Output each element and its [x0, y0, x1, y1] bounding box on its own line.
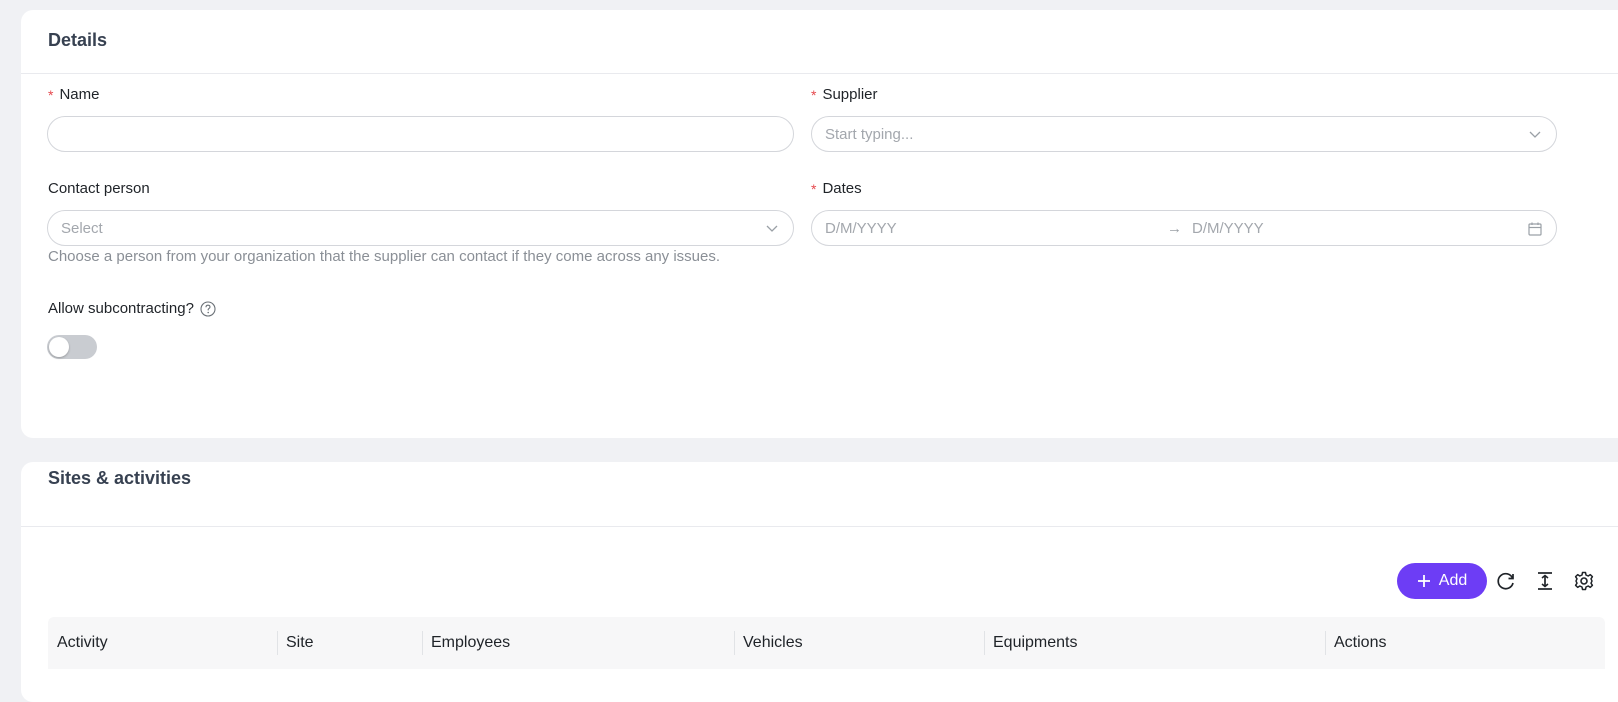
end-date-input[interactable]: D/M/YYYY [1192, 220, 1264, 237]
required-mark: * [811, 180, 817, 197]
sites-header-divider [21, 526, 1618, 527]
contact-person-placeholder: Select [61, 219, 103, 237]
column-header-employees[interactable]: Employees [422, 617, 734, 669]
column-separator [422, 631, 423, 655]
column-header-site[interactable]: Site [277, 617, 422, 669]
add-button[interactable]: Add [1397, 563, 1487, 599]
column-separator [1325, 631, 1326, 655]
column-height-icon[interactable] [1534, 570, 1556, 592]
date-range-picker[interactable]: D/M/YYYY → D/M/YYYY [811, 210, 1557, 246]
column-header-equipments[interactable]: Equipments [984, 617, 1325, 669]
sites-activities-card: Sites & activities Add Activity Site Emp… [21, 462, 1618, 702]
column-separator [984, 631, 985, 655]
gear-icon[interactable] [1573, 570, 1595, 592]
toggle-knob [49, 337, 69, 357]
dates-label-text: Dates [822, 180, 862, 197]
column-separator [734, 631, 735, 655]
contact-person-select[interactable]: Select [47, 210, 794, 246]
column-label: Equipments [993, 634, 1078, 651]
name-label-text: Name [59, 86, 100, 103]
column-label: Site [286, 634, 314, 651]
details-card: Details * Name * Supplier Start typing..… [21, 10, 1618, 438]
name-input[interactable] [47, 116, 794, 152]
subcontracting-label-text: Allow subcontracting? [48, 300, 194, 317]
dates-label: * Dates [811, 180, 862, 197]
column-label: Actions [1334, 634, 1387, 651]
calendar-icon [1528, 222, 1542, 236]
contact-person-hint: Choose a person from your organization t… [48, 248, 721, 265]
chevron-down-icon [766, 225, 778, 232]
supplier-select[interactable]: Start typing... [811, 116, 1557, 152]
table-header: Activity Site Employees Vehicles Equipme… [48, 617, 1605, 669]
refresh-icon[interactable] [1495, 570, 1517, 592]
question-circle-icon[interactable] [200, 300, 216, 317]
details-title: Details [48, 30, 108, 50]
subcontracting-toggle[interactable] [47, 335, 97, 359]
column-header-vehicles[interactable]: Vehicles [734, 617, 984, 669]
column-header-actions[interactable]: Actions [1325, 617, 1555, 669]
name-label: * Name [48, 86, 99, 103]
column-separator [277, 631, 278, 655]
column-label: Vehicles [743, 634, 803, 651]
start-date-input[interactable]: D/M/YYYY [825, 220, 897, 237]
column-label: Activity [57, 634, 108, 651]
supplier-placeholder: Start typing... [825, 125, 914, 143]
details-header-divider [21, 73, 1618, 74]
required-mark: * [48, 86, 54, 103]
required-mark: * [811, 86, 817, 103]
add-button-label: Add [1438, 572, 1468, 589]
chevron-down-icon [1529, 131, 1541, 138]
column-label: Employees [431, 634, 511, 651]
range-arrow-icon: → [1167, 219, 1182, 237]
sites-title: Sites & activities [48, 468, 192, 488]
column-header-activity[interactable]: Activity [48, 617, 277, 669]
supplier-label: * Supplier [811, 86, 878, 103]
contact-person-label: Contact person [48, 180, 150, 197]
subcontracting-label: Allow subcontracting? [48, 300, 216, 317]
supplier-label-text: Supplier [822, 86, 878, 103]
plus-icon [1417, 575, 1430, 587]
